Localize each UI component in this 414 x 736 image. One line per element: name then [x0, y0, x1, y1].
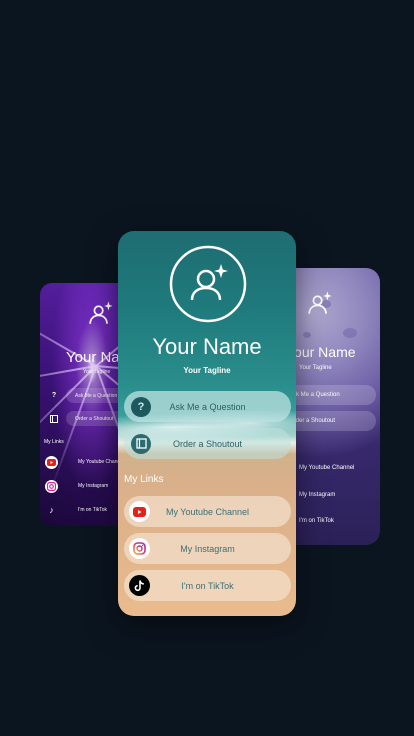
center-profile-tagline: Your Tagline [183, 366, 231, 375]
tiktok-icon: ♪ [49, 505, 54, 515]
center-profile-name: Your Name [152, 334, 262, 359]
left-profile-tagline: Your Tagline [83, 369, 111, 375]
left-order-shoutout-label: Order a Shoutout [75, 415, 114, 422]
user-profile-icon [89, 301, 113, 324]
right-instagram-link[interactable]: My Instagram [299, 492, 335, 498]
left-ask-question-label: Ask Me a Question [75, 392, 118, 399]
left-youtube-link[interactable]: My Youtube Channel [45, 452, 124, 472]
right-profile-tagline: Your Tagline [299, 365, 332, 371]
left-my-links-heading: My Links [44, 439, 64, 445]
instagram-icon [45, 479, 58, 493]
left-tiktok-label: I'm on TikTok [78, 507, 108, 513]
left-tiktok-link[interactable]: ♪ I'm on TikTok [45, 500, 107, 520]
order-shoutout-button[interactable]: Order a Shoutout [124, 428, 291, 459]
right-ask-question-label: Ask Me a Question [289, 392, 340, 398]
question-icon: ? [51, 392, 57, 399]
youtube-icon [45, 455, 58, 469]
youtube-link[interactable]: My Youtube Channel [124, 496, 291, 527]
right-ask-question-button[interactable]: Ask Me a Question [283, 385, 376, 405]
left-instagram-link[interactable]: My Instagram [45, 476, 108, 496]
ask-question-button[interactable]: ? Ask Me a Question [124, 391, 291, 422]
tiktok-link[interactable]: I'm on TikTok [124, 570, 291, 601]
instagram-link-label: My Instagram [180, 543, 235, 554]
right-youtube-link[interactable]: My Youtube Channel [299, 465, 354, 471]
left-instagram-label: My Instagram [78, 483, 109, 489]
right-order-shoutout-button[interactable]: Order a Shoutout [283, 411, 376, 431]
youtube-link-label: My Youtube Channel [165, 506, 250, 517]
ask-question-label: Ask Me a Question [169, 401, 246, 412]
right-tiktok-link[interactable]: I'm on TikTok [299, 518, 334, 524]
user-profile-icon [169, 245, 247, 323]
tiktok-link-label: I'm on TikTok [181, 580, 234, 591]
my-links-heading: My Links [124, 474, 164, 485]
center-profile-card[interactable]: Your Name Your Tagline ? Ask Me a Questi… [118, 231, 296, 616]
instagram-link[interactable]: My Instagram [124, 533, 291, 564]
right-profile-card[interactable]: Your Name Your Tagline Ask Me a Question… [283, 268, 380, 545]
order-shoutout-label: Order a Shoutout [172, 438, 243, 449]
right-profile-name: Your Name [286, 344, 356, 360]
user-profile-icon [308, 291, 332, 314]
shoutout-icon [49, 414, 59, 424]
